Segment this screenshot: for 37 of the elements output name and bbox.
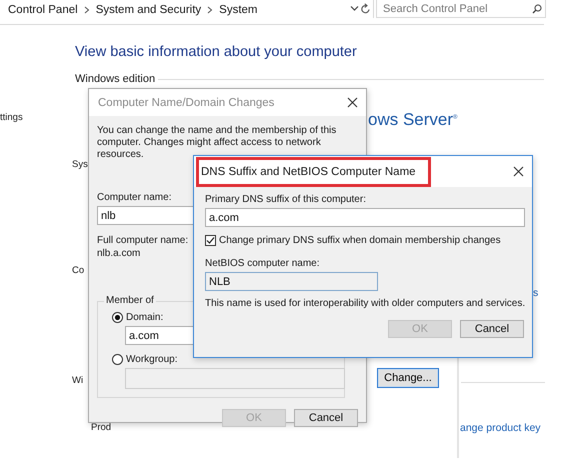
field-label: Computer name:	[97, 192, 172, 203]
group-label: Member of	[104, 295, 156, 306]
label-text: Co	[72, 265, 84, 276]
refresh-icon[interactable]	[360, 3, 371, 15]
full-name-text: nlb.a.com	[97, 248, 140, 259]
dns-suffix-field[interactable]: a.com	[205, 208, 525, 227]
link[interactable]: s	[533, 287, 538, 299]
link[interactable]: ange product key	[460, 422, 541, 434]
label-text: Prod	[91, 422, 112, 433]
field-label: Primary DNS suffix of this computer:	[205, 194, 366, 205]
dialog-title: Computer Name/Domain Changes	[97, 96, 276, 110]
label-text: Sys	[72, 159, 88, 170]
label-text: ttings	[0, 112, 23, 123]
chevron-icon	[207, 6, 214, 14]
breadcrumb[interactable]: System	[219, 4, 258, 16]
label-text: Wi	[72, 375, 84, 386]
note-text: This name is used for interoperability with older computers and services.	[205, 298, 526, 309]
field-label: Full computer name:	[97, 235, 188, 246]
page-heading: View basic information about your computer	[75, 44, 357, 60]
field-label: NetBIOS computer name:	[205, 258, 320, 269]
dialog-title: DNS Suffix and NetBIOS Computer Name	[196, 156, 431, 186]
search-field[interactable]: Search Control Panel	[376, 0, 546, 18]
breadcrumb[interactable]: System and Security	[96, 4, 202, 16]
change-button[interactable]: Change...	[377, 368, 439, 388]
close-icon[interactable]	[513, 166, 524, 177]
section-title: Windows edition	[75, 73, 156, 85]
checkbox-label: Change primary DNS suffix when domain membership changes	[219, 235, 501, 246]
netbios-name-field[interactable]: NLB	[205, 272, 378, 291]
option-label: Workgroup:	[126, 354, 178, 365]
breadcrumb[interactable]: Control Panel	[8, 4, 78, 16]
checkbox[interactable]	[205, 235, 216, 246]
product-title: ows Server$^{®}$	[368, 110, 458, 130]
chevron-icon	[84, 6, 90, 14]
dropdown-icon[interactable]	[350, 5, 359, 12]
search-icon[interactable]	[532, 4, 542, 14]
option-label: Domain:	[126, 312, 164, 323]
dialog-button[interactable]: Cancel	[460, 320, 524, 338]
